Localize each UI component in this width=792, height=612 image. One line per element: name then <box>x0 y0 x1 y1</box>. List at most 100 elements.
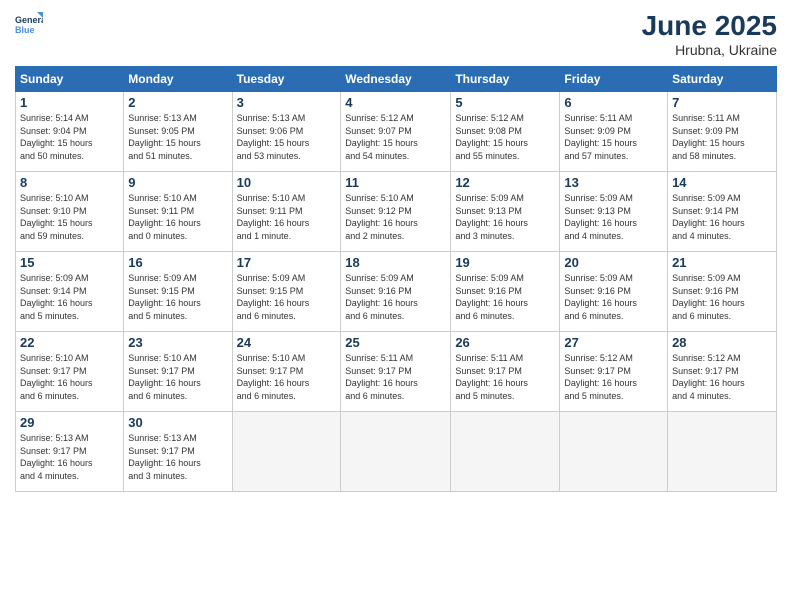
calendar-week-row: 8Sunrise: 5:10 AMSunset: 9:10 PMDaylight… <box>16 172 777 252</box>
day-info: Sunrise: 5:12 AMSunset: 9:17 PMDaylight:… <box>564 353 637 401</box>
day-number: 1 <box>20 95 119 110</box>
table-row: 2 Sunrise: 5:13 AMSunset: 9:05 PMDaylight… <box>124 92 232 172</box>
day-info: Sunrise: 5:14 AMSunset: 9:04 PMDaylight:… <box>20 113 93 161</box>
day-number: 3 <box>237 95 337 110</box>
table-row: 26Sunrise: 5:11 AMSunset: 9:17 PMDayligh… <box>451 332 560 412</box>
table-row: 11Sunrise: 5:10 AMSunset: 9:12 PMDayligh… <box>341 172 451 252</box>
day-number: 21 <box>672 255 772 270</box>
subtitle: Hrubna, Ukraine <box>642 42 777 58</box>
day-number: 24 <box>237 335 337 350</box>
title-block: June 2025 Hrubna, Ukraine <box>642 10 777 58</box>
day-info: Sunrise: 5:13 AMSunset: 9:05 PMDaylight:… <box>128 113 201 161</box>
day-info: Sunrise: 5:12 AMSunset: 9:08 PMDaylight:… <box>455 113 528 161</box>
table-row: 16 Sunrise: 5:09 AMSunset: 9:15 PMDayligh… <box>124 252 232 332</box>
table-row: 18 Sunrise: 5:09 AMSunset: 9:16 PMDayligh… <box>341 252 451 332</box>
day-info: Sunrise: 5:09 AMSunset: 9:16 PMDaylight:… <box>672 273 745 321</box>
day-number: 18 <box>345 255 446 270</box>
day-info: Sunrise: 5:11 AMSunset: 9:09 PMDaylight:… <box>564 113 637 161</box>
day-number: 4 <box>345 95 446 110</box>
table-row: 5 Sunrise: 5:12 AMSunset: 9:08 PMDaylight… <box>451 92 560 172</box>
day-info: Sunrise: 5:09 AMSunset: 9:16 PMDaylight:… <box>345 273 418 321</box>
table-row: 12 Sunrise: 5:09 AMSunset: 9:13 PMDayligh… <box>451 172 560 252</box>
table-row: 14 Sunrise: 5:09 AMSunset: 9:14 PMDayligh… <box>668 172 777 252</box>
calendar-table: Sunday Monday Tuesday Wednesday Thursday… <box>15 66 777 492</box>
day-number: 2 <box>128 95 227 110</box>
table-row <box>451 412 560 492</box>
table-row: 17Sunrise: 5:09 AMSunset: 9:15 PMDayligh… <box>232 252 341 332</box>
day-info: Sunrise: 5:13 AMSunset: 9:17 PMDaylight:… <box>20 433 93 481</box>
day-number: 9 <box>128 175 227 190</box>
day-info: Sunrise: 5:09 AMSunset: 9:14 PMDaylight:… <box>20 273 93 321</box>
calendar-header-row: Sunday Monday Tuesday Wednesday Thursday… <box>16 67 777 92</box>
table-row: 29 Sunrise: 5:13 AMSunset: 9:17 PMDayligh… <box>16 412 124 492</box>
col-sunday: Sunday <box>16 67 124 92</box>
table-row: 6 Sunrise: 5:11 AMSunset: 9:09 PMDaylight… <box>560 92 668 172</box>
table-row: 15 Sunrise: 5:09 AMSunset: 9:14 PMDayligh… <box>16 252 124 332</box>
col-friday: Friday <box>560 67 668 92</box>
day-info: Sunrise: 5:11 AMSunset: 9:09 PMDaylight:… <box>672 113 745 161</box>
table-row: 28Sunrise: 5:12 AMSunset: 9:17 PMDayligh… <box>668 332 777 412</box>
table-row: 20 Sunrise: 5:09 AMSunset: 9:16 PMDayligh… <box>560 252 668 332</box>
table-row: 22 Sunrise: 5:10 AMSunset: 9:17 PMDayligh… <box>16 332 124 412</box>
table-row <box>232 412 341 492</box>
table-row: 13 Sunrise: 5:09 AMSunset: 9:13 PMDayligh… <box>560 172 668 252</box>
calendar-week-row: 1 Sunrise: 5:14 AMSunset: 9:04 PMDaylight… <box>16 92 777 172</box>
day-info: Sunrise: 5:10 AMSunset: 9:11 PMDaylight:… <box>237 193 310 241</box>
table-row: 9 Sunrise: 5:10 AMSunset: 9:11 PMDaylight… <box>124 172 232 252</box>
day-number: 14 <box>672 175 772 190</box>
table-row: 3 Sunrise: 5:13 AMSunset: 9:06 PMDaylight… <box>232 92 341 172</box>
day-number: 13 <box>564 175 663 190</box>
day-number: 5 <box>455 95 555 110</box>
day-number: 8 <box>20 175 119 190</box>
table-row: 1 Sunrise: 5:14 AMSunset: 9:04 PMDaylight… <box>16 92 124 172</box>
day-number: 29 <box>20 415 119 430</box>
table-row <box>341 412 451 492</box>
table-row: 10 Sunrise: 5:10 AMSunset: 9:11 PMDayligh… <box>232 172 341 252</box>
table-row: 25Sunrise: 5:11 AMSunset: 9:17 PMDayligh… <box>341 332 451 412</box>
main-title: June 2025 <box>642 10 777 42</box>
day-info: Sunrise: 5:13 AMSunset: 9:06 PMDaylight:… <box>237 113 310 161</box>
day-info: Sunrise: 5:09 AMSunset: 9:16 PMDaylight:… <box>564 273 637 321</box>
day-number: 30 <box>128 415 227 430</box>
day-number: 28 <box>672 335 772 350</box>
day-number: 22 <box>20 335 119 350</box>
day-number: 7 <box>672 95 772 110</box>
day-info: Sunrise: 5:12 AMSunset: 9:07 PMDaylight:… <box>345 113 418 161</box>
svg-text:Blue: Blue <box>15 25 35 35</box>
table-row: 8Sunrise: 5:10 AMSunset: 9:10 PMDaylight… <box>16 172 124 252</box>
col-saturday: Saturday <box>668 67 777 92</box>
day-info: Sunrise: 5:09 AMSunset: 9:14 PMDaylight:… <box>672 193 745 241</box>
day-info: Sunrise: 5:10 AMSunset: 9:17 PMDaylight:… <box>237 353 310 401</box>
day-info: Sunrise: 5:09 AMSunset: 9:16 PMDaylight:… <box>455 273 528 321</box>
table-row: 7 Sunrise: 5:11 AMSunset: 9:09 PMDaylight… <box>668 92 777 172</box>
logo-icon: General Blue <box>15 10 43 38</box>
day-number: 11 <box>345 175 446 190</box>
day-number: 20 <box>564 255 663 270</box>
day-number: 10 <box>237 175 337 190</box>
day-info: Sunrise: 5:10 AMSunset: 9:17 PMDaylight:… <box>128 353 201 401</box>
day-info: Sunrise: 5:10 AMSunset: 9:17 PMDaylight:… <box>20 353 93 401</box>
col-wednesday: Wednesday <box>341 67 451 92</box>
calendar-week-row: 29 Sunrise: 5:13 AMSunset: 9:17 PMDayligh… <box>16 412 777 492</box>
col-thursday: Thursday <box>451 67 560 92</box>
table-row: 4 Sunrise: 5:12 AMSunset: 9:07 PMDaylight… <box>341 92 451 172</box>
day-info: Sunrise: 5:11 AMSunset: 9:17 PMDaylight:… <box>455 353 528 401</box>
day-info: Sunrise: 5:09 AMSunset: 9:13 PMDaylight:… <box>564 193 637 241</box>
table-row: 27 Sunrise: 5:12 AMSunset: 9:17 PMDayligh… <box>560 332 668 412</box>
day-number: 27 <box>564 335 663 350</box>
day-number: 12 <box>455 175 555 190</box>
table-row: 30Sunrise: 5:13 AMSunset: 9:17 PMDayligh… <box>124 412 232 492</box>
table-row: 21 Sunrise: 5:09 AMSunset: 9:16 PMDayligh… <box>668 252 777 332</box>
logo: General Blue <box>15 10 47 43</box>
col-monday: Monday <box>124 67 232 92</box>
day-number: 6 <box>564 95 663 110</box>
day-info: Sunrise: 5:09 AMSunset: 9:13 PMDaylight:… <box>455 193 528 241</box>
col-tuesday: Tuesday <box>232 67 341 92</box>
table-row <box>668 412 777 492</box>
day-number: 15 <box>20 255 119 270</box>
day-number: 17 <box>237 255 337 270</box>
day-info: Sunrise: 5:10 AMSunset: 9:11 PMDaylight:… <box>128 193 201 241</box>
day-number: 16 <box>128 255 227 270</box>
day-number: 23 <box>128 335 227 350</box>
day-info: Sunrise: 5:09 AMSunset: 9:15 PMDaylight:… <box>128 273 201 321</box>
